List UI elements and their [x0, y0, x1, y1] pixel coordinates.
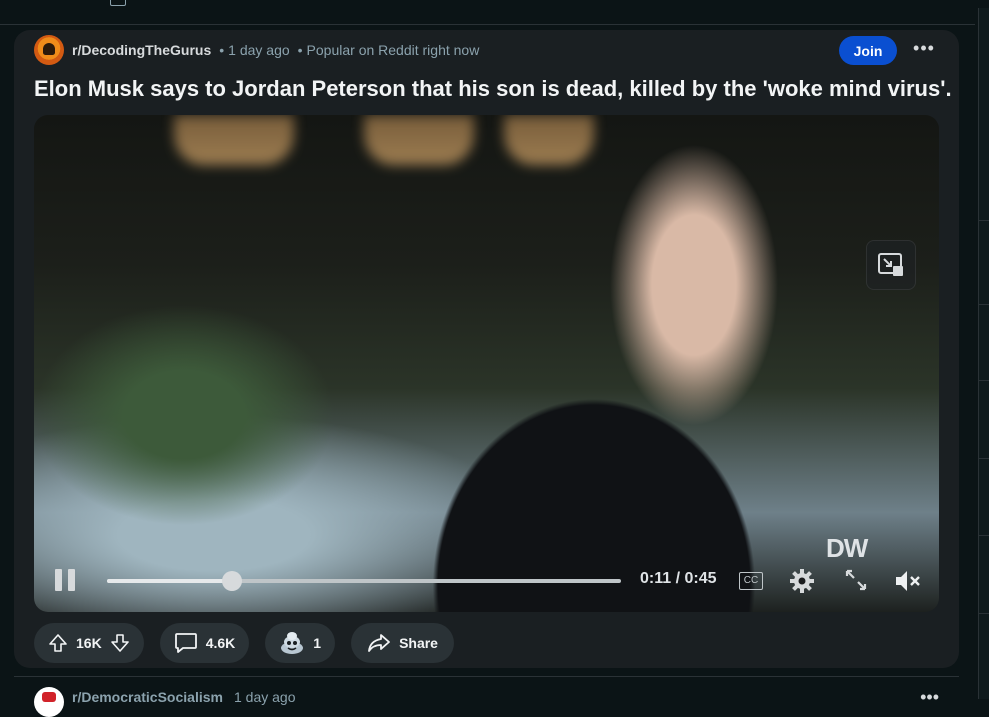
picture-in-picture-button[interactable] — [866, 240, 916, 290]
rail-divider — [979, 304, 989, 305]
video-player[interactable]: DW 0:11 / 0:45 CC — [34, 115, 939, 612]
seek-bar-progress — [107, 579, 233, 583]
post-meta-separator: • — [219, 42, 225, 58]
post-card[interactable]: r/DecodingTheGurus • 1 day ago • Popular… — [14, 30, 959, 668]
post-title[interactable]: Elon Musk says to Jordan Peterson that h… — [34, 76, 952, 102]
expand-icon — [845, 569, 867, 591]
share-label: Share — [399, 635, 438, 651]
pause-icon — [68, 569, 75, 591]
pause-button[interactable] — [55, 569, 77, 591]
join-button[interactable]: Join — [839, 36, 897, 65]
picture-in-picture-icon — [878, 253, 903, 276]
pause-icon — [55, 569, 62, 591]
rail-divider — [979, 458, 989, 459]
seek-handle[interactable] — [222, 571, 243, 591]
award-count: 1 — [313, 635, 322, 651]
settings-button[interactable] — [789, 568, 815, 594]
post-action-bar: 16K 4.6K 1 Share — [34, 623, 454, 663]
right-sidebar-edge — [978, 8, 989, 699]
video-frame-detail — [504, 115, 594, 165]
seek-bar[interactable] — [107, 571, 621, 591]
subreddit-avatar[interactable] — [34, 687, 64, 717]
rail-divider — [979, 613, 989, 614]
gear-icon — [790, 569, 814, 593]
vote-control: 16K — [34, 623, 144, 663]
comment-count: 4.6K — [205, 635, 236, 651]
fullscreen-button[interactable] — [844, 568, 868, 592]
upvote-icon[interactable] — [48, 633, 68, 653]
captions-button[interactable]: CC — [739, 572, 763, 590]
post-time: 1 day ago — [234, 689, 296, 705]
rail-divider — [979, 220, 989, 221]
comments-button[interactable]: 4.6K — [159, 623, 250, 663]
subreddit-name[interactable]: r/DemocraticSocialism — [72, 689, 223, 705]
award-button[interactable]: 1 — [265, 623, 336, 663]
video-controls: 0:11 / 0:45 CC — [34, 552, 939, 612]
mute-button[interactable] — [894, 568, 922, 594]
volume-muted-icon — [896, 571, 920, 591]
downvote-icon[interactable] — [110, 633, 130, 653]
rail-divider — [979, 380, 989, 381]
more-options-button[interactable]: ••• — [909, 38, 939, 62]
popular-note: Popular on Reddit right now — [306, 42, 480, 58]
award-icon — [281, 632, 304, 654]
subreddit-avatar[interactable] — [34, 35, 64, 65]
top-divider — [0, 0, 975, 25]
post-meta-separator: • — [297, 42, 303, 58]
video-frame-detail — [174, 115, 294, 165]
video-time: 0:11 / 0:45 — [640, 570, 717, 587]
next-post-card[interactable]: r/DemocraticSocialism 1 day ago ••• — [14, 676, 959, 717]
post-time: 1 day ago — [228, 42, 290, 58]
rail-divider — [979, 535, 989, 536]
subreddit-name[interactable]: r/DecodingTheGurus — [72, 42, 211, 58]
share-icon — [368, 634, 390, 652]
view-toggle-icon[interactable] — [110, 0, 126, 6]
vote-count: 16K — [76, 635, 102, 651]
more-options-button[interactable]: ••• — [920, 687, 939, 708]
post-header: r/DecodingTheGurus • 1 day ago • Popular… — [34, 35, 939, 65]
video-frame-detail — [364, 115, 474, 165]
share-button[interactable]: Share — [351, 623, 454, 663]
comment-icon — [174, 633, 197, 653]
